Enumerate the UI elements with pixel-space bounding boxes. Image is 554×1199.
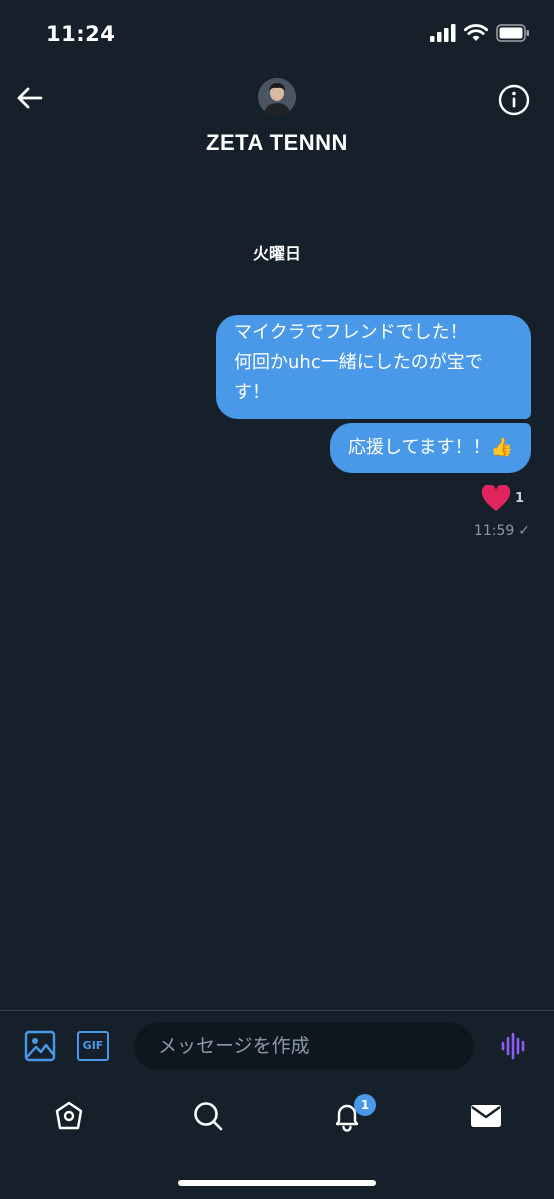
home-indicator[interactable] — [178, 1180, 376, 1186]
envelope-icon — [471, 1105, 501, 1127]
message-bubble[interactable]: マイクラでフレンドでした！ 何回かuhc一緒にしたのが宝で す！ — [216, 315, 531, 419]
contact-name[interactable]: ZETA TENNN — [0, 130, 554, 156]
avatar[interactable] — [258, 78, 296, 116]
message-line: マイクラでフレンドでした！ — [234, 322, 468, 343]
wifi-icon — [464, 24, 488, 41]
message-line: す！ — [234, 382, 270, 403]
message-reaction[interactable]: 1 — [481, 485, 524, 512]
message-composer: GIF — [0, 1010, 554, 1082]
message-line: 何回かuhc一緒にしたのが宝で — [234, 352, 483, 373]
tab-messages[interactable] — [466, 1096, 506, 1136]
battery-icon — [496, 24, 529, 42]
info-icon — [498, 84, 530, 116]
home-icon — [55, 1101, 83, 1130]
timestamp-text: 11:59 — [473, 523, 515, 539]
search-icon — [194, 1102, 223, 1131]
image-icon — [24, 1030, 56, 1062]
message-timestamp: 11:59 ✓ — [474, 523, 530, 539]
gif-button[interactable]: GIF — [77, 1031, 109, 1061]
tab-home[interactable] — [49, 1096, 89, 1136]
profile-photo — [258, 78, 296, 116]
arrow-left-icon — [17, 87, 43, 109]
reaction-count: 1 — [514, 491, 524, 506]
voice-message-button[interactable] — [500, 1032, 528, 1060]
conversation-header: ZETA TENNN — [0, 70, 554, 170]
status-time: 11:24 — [46, 22, 116, 46]
notification-badge: 1 — [354, 1094, 376, 1116]
read-check-icon: ✓ — [518, 523, 530, 539]
voice-waveform-icon — [501, 1032, 525, 1060]
tab-search[interactable] — [188, 1096, 228, 1136]
message-input[interactable] — [134, 1022, 474, 1070]
heart-icon — [481, 485, 511, 511]
status-icons — [430, 24, 530, 42]
back-button[interactable] — [14, 82, 46, 114]
day-divider: 火曜日 — [252, 244, 301, 263]
add-photo-button[interactable] — [24, 1030, 56, 1062]
message-text: 応援してます！！👍 — [348, 437, 513, 458]
message-bubble[interactable]: 応援してます！！👍 — [330, 423, 531, 473]
info-button[interactable] — [498, 84, 530, 116]
signal-icon — [430, 24, 456, 42]
status-bar: 11:24 — [0, 0, 554, 70]
